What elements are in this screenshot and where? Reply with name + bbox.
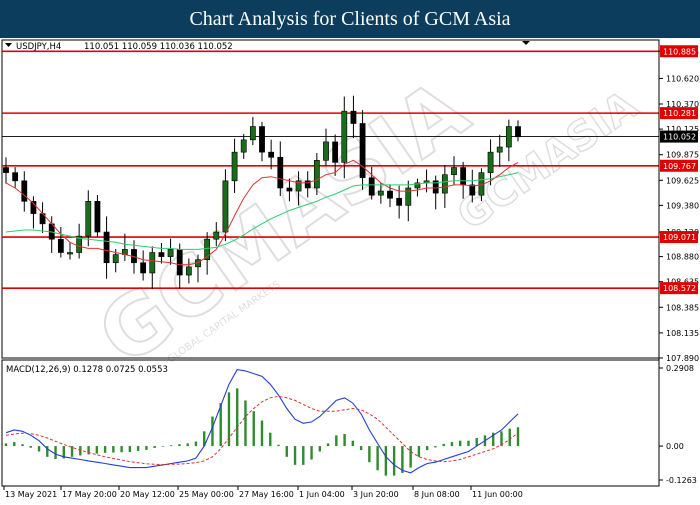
time-tick-label: 27 May 16:00 (239, 490, 294, 499)
level-price-text: 109.767 (663, 162, 696, 171)
macd-histogram-bar (368, 446, 371, 463)
macd-histogram-bar (136, 446, 140, 451)
chart-canvas: GCMASIA GLOBAL CAPITAL MARKETS GCMASIA U… (0, 38, 700, 500)
macd-histogram-bar (425, 446, 429, 451)
price-tick-label: 109.625 (666, 176, 699, 185)
macd-histogram-bar (153, 446, 156, 448)
macd-histogram-bar (458, 440, 462, 447)
macd-tick-label: 0.00 (666, 442, 684, 451)
macd-histogram-bar (211, 416, 214, 447)
time-tick-label: 11 Jun 00:00 (472, 490, 523, 499)
macd-histogram-bar (277, 444, 280, 447)
price-tick-label: 108.385 (666, 303, 699, 312)
macd-histogram-bar (318, 446, 322, 452)
macd-histogram-bar (285, 446, 288, 457)
macd-histogram-bar (95, 446, 99, 454)
macd-histogram-bar (409, 446, 412, 468)
macd-histogram-bar (450, 442, 454, 447)
macd-histogram-bar (392, 446, 396, 476)
level-price-text: 110.281 (663, 109, 696, 118)
macd-histogram-bar (384, 446, 388, 476)
level-price-label: 110.281 (660, 107, 698, 120)
macd-histogram-bar (376, 446, 379, 471)
macd-histogram-bar (516, 427, 520, 447)
macd-histogram-bar (194, 441, 198, 447)
time-tick-label: 3 Jun 20:00 (353, 490, 399, 499)
time-tick-label: 13 May 2021 (5, 490, 57, 499)
candle (94, 195, 101, 237)
macd-histogram-bar (335, 435, 338, 447)
price-tick-label: 108.880 (666, 253, 699, 262)
macd-histogram-bar (310, 446, 313, 460)
macd-histogram-bar (13, 442, 16, 447)
current-price-text: 110.052 (663, 133, 696, 142)
macd-histogram-bar (145, 446, 148, 450)
macd-histogram-bar (269, 432, 272, 447)
macd-histogram-bar (252, 411, 255, 447)
macd-histogram-bar (401, 446, 404, 473)
macd-histogram-bar (351, 440, 355, 447)
time-tick-label: 8 Jun 08:00 (414, 490, 460, 499)
macd-histogram-bar (359, 446, 363, 451)
page-title: Chart Analysis for Clients of GCM Asia (0, 0, 700, 38)
level-price-text: 108.572 (663, 284, 696, 293)
macd-histogram-bar (161, 446, 165, 447)
time-tick-label: 25 May 00:00 (179, 490, 234, 499)
time-tick-label: 17 May 20:00 (62, 490, 117, 499)
macd-label: MACD(12,26,9) 0.1278 0.0725 0.0553 (6, 365, 168, 375)
macd-histogram-bar (120, 446, 123, 453)
price-tick-label: 107.890 (666, 354, 699, 363)
macd-histogram-bar (442, 443, 445, 447)
macd-histogram-bar (260, 420, 264, 447)
macd-histogram-bar (4, 443, 8, 447)
macd-histogram-bar (29, 446, 32, 448)
macd-histogram-bar (219, 403, 222, 447)
macd-tick-label: -0.1263 (666, 476, 697, 485)
macd-histogram-bar (467, 440, 470, 447)
macd-histogram-bar (21, 444, 24, 447)
macd-histogram-bar (302, 446, 305, 465)
macd-histogram-bar (70, 446, 74, 457)
macd-histogram-bar (186, 443, 189, 447)
macd-histogram-bar (244, 400, 247, 447)
macd-histogram-bar (343, 434, 346, 447)
macd-tick-label: 0.2908 (666, 364, 694, 373)
macd-histogram-bar (434, 446, 437, 448)
level-price-text: 109.071 (663, 233, 696, 242)
macd-histogram-bar (293, 446, 297, 465)
level-price-label: 108.572 (660, 282, 698, 295)
time-tick-label: 20 May 12:00 (120, 490, 175, 499)
macd-histogram-bar (508, 428, 511, 447)
chart-frame: GCMASIA GLOBAL CAPITAL MARKETS GCMASIA U… (0, 38, 700, 500)
macd-histogram-bar (54, 446, 57, 459)
macd-histogram-bar (103, 446, 107, 453)
price-tick-label: 108.135 (666, 329, 699, 338)
macd-histogram-bar (326, 443, 330, 447)
price-tick-label: 109.380 (666, 201, 699, 210)
price-tick-label: 109.875 (666, 151, 699, 160)
level-price-label: 110.885 (660, 45, 698, 58)
macd-histogram-bar (178, 444, 181, 447)
macd-histogram-bar (169, 445, 173, 447)
current-price-label: 110.052 (660, 130, 698, 143)
time-tick-label: 1 Jun 04:00 (299, 490, 345, 499)
level-price-label: 109.071 (660, 231, 698, 244)
macd-histogram-bar (79, 446, 82, 456)
macd-histogram-bar (236, 388, 239, 447)
macd-histogram-bar (128, 446, 132, 452)
macd-histogram-bar (475, 438, 478, 447)
level-price-text: 110.885 (663, 47, 696, 56)
macd-histogram-bar (37, 446, 41, 452)
macd-histogram-bar (112, 446, 115, 453)
level-price-label: 109.767 (660, 159, 698, 172)
price-tick-label: 110.620 (666, 74, 699, 83)
macd-histogram-bar (417, 446, 421, 457)
